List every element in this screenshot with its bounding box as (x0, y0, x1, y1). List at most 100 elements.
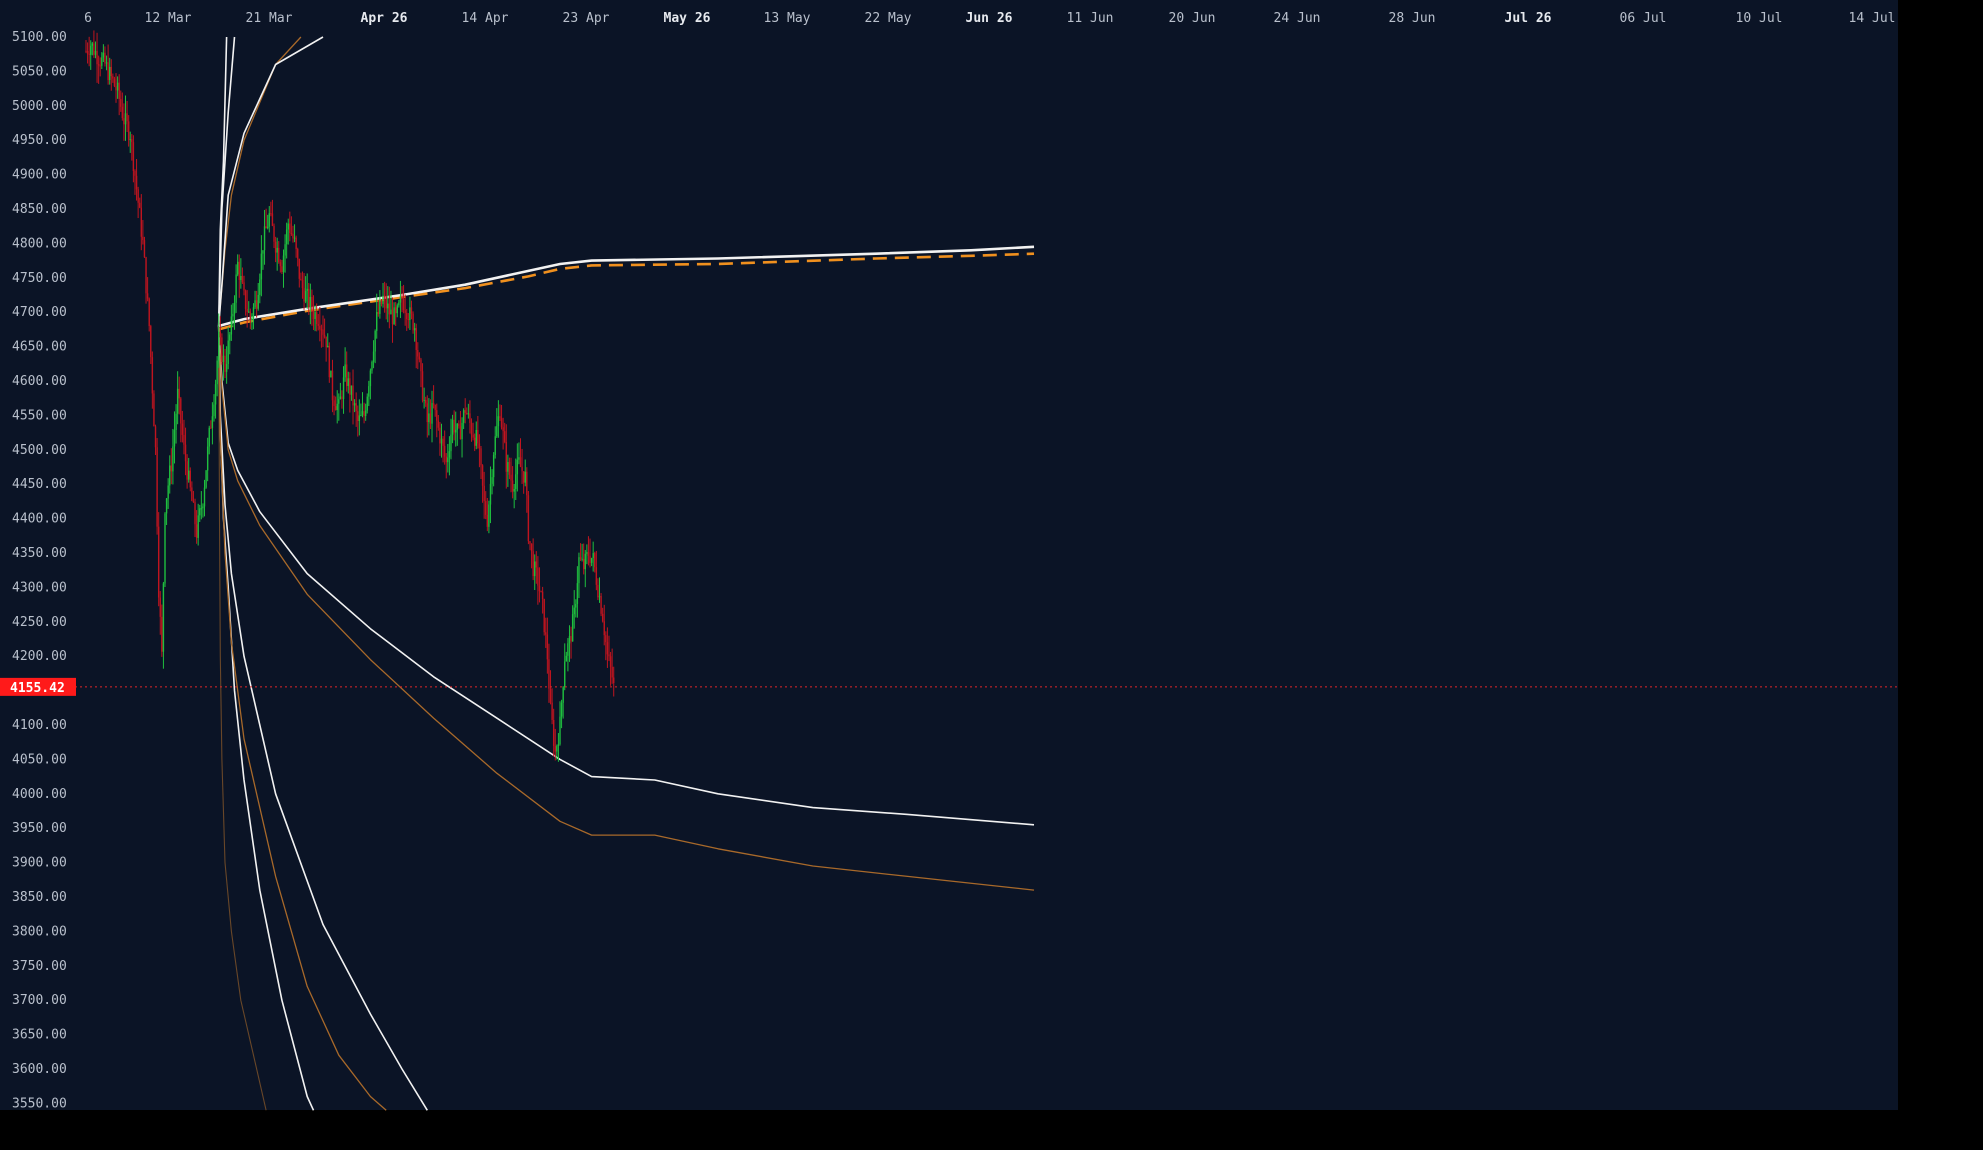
candle-body (443, 445, 446, 457)
candle-body (210, 427, 212, 429)
candle-body (189, 470, 191, 488)
candle-body (338, 399, 340, 404)
candle-body (576, 583, 579, 604)
candle-body (115, 86, 117, 91)
y-tick-label: 4450.00 (12, 477, 67, 492)
x-tick-label: 23 Apr (563, 11, 610, 26)
candle-body (191, 487, 193, 501)
candle-body (570, 636, 572, 642)
candle-body (394, 307, 397, 314)
candle-body (420, 359, 422, 372)
candle-body (376, 312, 378, 331)
candle-body (298, 258, 300, 279)
candle-body (238, 261, 240, 281)
y-tick-label: 4650.00 (12, 340, 67, 355)
candle-body (140, 207, 142, 237)
candle-body (597, 584, 599, 598)
candle-body (330, 370, 332, 378)
x-tick-label: Jun 26 (966, 11, 1013, 26)
candle-body (150, 326, 152, 358)
candle-body (222, 355, 225, 363)
candle-body (361, 411, 364, 415)
x-tick-label: 21 Mar (246, 11, 293, 26)
candle-body (167, 485, 169, 499)
candle-body (583, 558, 585, 570)
candle-body (109, 66, 111, 81)
candle-body (308, 288, 310, 308)
candle-body (469, 413, 471, 424)
candle-body (431, 403, 433, 424)
candle-body (496, 426, 498, 437)
candle-body (428, 413, 430, 423)
candle-body (371, 361, 373, 371)
x-tick-label: May 26 (664, 11, 711, 26)
candle-body (285, 229, 288, 245)
candle-body (581, 558, 583, 560)
candle-body (178, 388, 180, 399)
candle-body (399, 296, 402, 303)
candle-body (169, 465, 171, 486)
candle-body (491, 477, 493, 484)
y-tick-label: 4500.00 (12, 443, 67, 458)
candle-body (480, 448, 482, 466)
candle-body (97, 64, 100, 66)
candle-body (145, 257, 147, 294)
candle-body (541, 591, 544, 600)
candle-body (132, 142, 135, 172)
candle-body (225, 363, 228, 372)
candle-body (295, 237, 297, 250)
candle-body (137, 189, 139, 203)
candle-body (255, 300, 258, 309)
y-tick-label: 3550.00 (12, 1096, 67, 1111)
candle-body (186, 461, 188, 480)
candle-body (603, 621, 605, 636)
y-tick-label: 4850.00 (12, 202, 67, 217)
candle-body (303, 288, 305, 302)
candle-body (456, 423, 458, 430)
candle-body (300, 278, 302, 281)
candle-body (216, 360, 218, 385)
candle-body (86, 50, 89, 54)
candle-body (434, 404, 436, 411)
candle-body (472, 434, 474, 438)
candle-body (123, 118, 125, 125)
candle-body (229, 334, 231, 341)
candle-body (485, 501, 487, 515)
candle-body (429, 413, 432, 424)
y-tick-label: 4350.00 (12, 546, 67, 561)
candle-body (214, 384, 217, 405)
candle-body (530, 543, 533, 552)
candle-body (462, 410, 465, 423)
candle-body (153, 393, 155, 427)
candle-body (105, 62, 108, 64)
candle-body (173, 430, 176, 447)
candle-body (499, 416, 501, 419)
candle-body (526, 471, 528, 496)
candle-body (162, 583, 165, 652)
candle-body (589, 555, 591, 563)
candle-body (567, 643, 569, 656)
candle-body (466, 412, 468, 414)
candle-body (218, 331, 220, 361)
candle-body (236, 261, 239, 275)
candle-body (127, 121, 130, 140)
candle-body (477, 429, 479, 444)
chart-root: 5100.00 5050.00 5000.00 4950.00 4900.00 4850.… (0, 0, 1983, 1146)
candle-body (393, 307, 395, 324)
candle-body (176, 388, 179, 414)
candle-body (325, 336, 327, 348)
candle-body (262, 250, 264, 254)
candle-body (478, 443, 481, 449)
y-tick-label: 4750.00 (12, 271, 67, 286)
candle-body (464, 410, 466, 413)
candle-body (407, 319, 410, 321)
y-tick-label: 4250.00 (12, 615, 67, 630)
candle-body (592, 553, 594, 558)
y-tick-label: 3700.00 (12, 993, 67, 1008)
candle-body (257, 294, 259, 309)
candle-body (594, 553, 596, 568)
candle-body (336, 403, 338, 411)
candle-body (278, 247, 280, 263)
candle-body (102, 52, 105, 58)
candle-body (483, 485, 485, 502)
